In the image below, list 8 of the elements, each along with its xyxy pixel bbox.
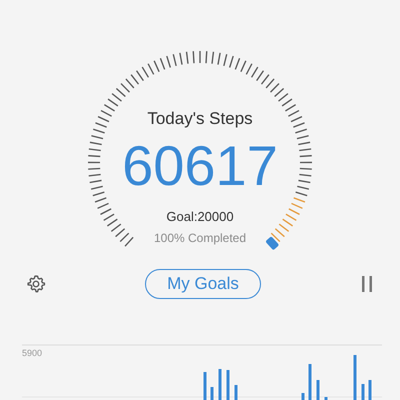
my-goals-button[interactable]: My Goals (145, 269, 261, 299)
axis-label: 5900 (22, 348, 42, 358)
pause-icon[interactable] (360, 276, 374, 292)
step-count: 60617 (122, 134, 278, 198)
goal-text: Goal:20000 (166, 208, 234, 226)
settings-icon[interactable] (26, 274, 46, 294)
gauge-title: Today's Steps (147, 108, 253, 130)
completion-text: 100% Completed (154, 230, 246, 246)
